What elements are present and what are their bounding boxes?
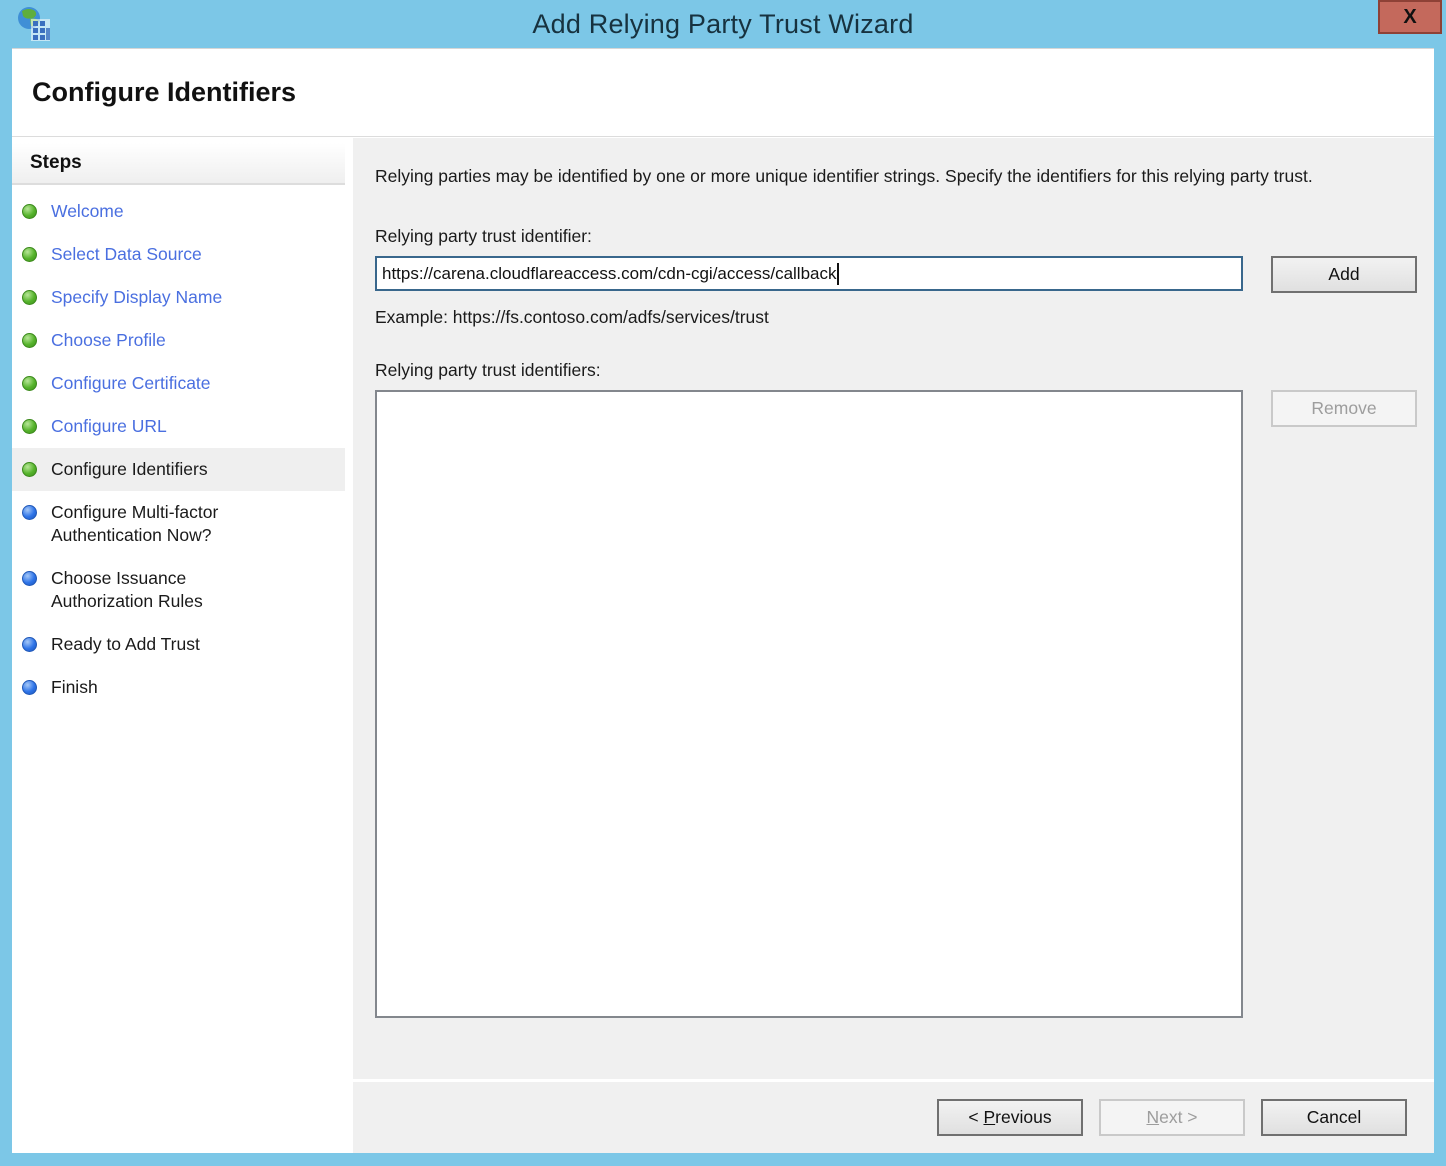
close-button[interactable]: X: [1378, 0, 1442, 34]
add-button[interactable]: Add: [1271, 256, 1417, 293]
footer-bar: < Previous Next > Cancel: [353, 1079, 1434, 1153]
identifier-label: Relying party trust identifier:: [375, 226, 1434, 247]
main-panel: Relying parties may be identified by one…: [353, 138, 1434, 1123]
steps-heading: Steps: [12, 143, 345, 185]
adfs-app-icon: [14, 5, 52, 43]
step-configure-identifiers: Configure Identifiers: [12, 448, 345, 491]
text-caret: [837, 263, 839, 285]
example-text: Example: https://fs.contoso.com/adfs/ser…: [375, 307, 1434, 328]
remove-button[interactable]: Remove: [1271, 390, 1417, 427]
step-configure-mfa: Configure Multi-factor Authentication No…: [12, 491, 345, 557]
step-status-icon: [22, 247, 37, 262]
page-header: Configure Identifiers: [12, 48, 1434, 137]
window-title: Add Relying Party Trust Wizard: [532, 9, 913, 40]
step-status-icon: [22, 462, 37, 477]
next-button[interactable]: Next >: [1099, 1099, 1245, 1136]
page-title: Configure Identifiers: [32, 77, 296, 108]
step-choose-issuance-rules: Choose Issuance Authorization Rules: [12, 557, 345, 623]
titlebar: Add Relying Party Trust Wizard X: [0, 0, 1446, 48]
identifiers-list-label: Relying party trust identifiers:: [375, 360, 1434, 381]
step-configure-certificate[interactable]: Configure Certificate: [12, 362, 345, 405]
identifiers-list-row: Remove: [375, 390, 1434, 1018]
step-status-icon: [22, 505, 37, 520]
step-status-icon: [22, 419, 37, 434]
step-ready-to-add-trust: Ready to Add Trust: [12, 623, 345, 666]
step-status-icon: [22, 333, 37, 348]
step-status-icon: [22, 637, 37, 652]
step-select-data-source[interactable]: Select Data Source: [12, 233, 345, 276]
step-specify-display-name[interactable]: Specify Display Name: [12, 276, 345, 319]
identifier-input[interactable]: https://carena.cloudflareaccess.com/cdn-…: [375, 256, 1243, 291]
step-status-icon: [22, 290, 37, 305]
step-status-icon: [22, 571, 37, 586]
step-status-icon: [22, 680, 37, 695]
identifiers-listbox[interactable]: [375, 390, 1243, 1018]
identifier-input-row: https://carena.cloudflareaccess.com/cdn-…: [375, 256, 1434, 293]
step-status-icon: [22, 204, 37, 219]
step-finish: Finish: [12, 666, 345, 709]
step-status-icon: [22, 376, 37, 391]
step-welcome[interactable]: Welcome: [12, 190, 345, 233]
steps-sidebar: Steps Welcome Select Data Source Specify…: [12, 138, 345, 1153]
cancel-button[interactable]: Cancel: [1261, 1099, 1407, 1136]
wizard-body: Configure Identifiers Steps Welcome Sele…: [12, 48, 1434, 1153]
step-configure-url[interactable]: Configure URL: [12, 405, 345, 448]
panel-description: Relying parties may be identified by one…: [375, 163, 1397, 190]
steps-list: Welcome Select Data Source Specify Displ…: [12, 190, 345, 709]
step-choose-profile[interactable]: Choose Profile: [12, 319, 345, 362]
identifier-input-value: https://carena.cloudflareaccess.com/cdn-…: [382, 264, 836, 284]
previous-button[interactable]: < Previous: [937, 1099, 1083, 1136]
